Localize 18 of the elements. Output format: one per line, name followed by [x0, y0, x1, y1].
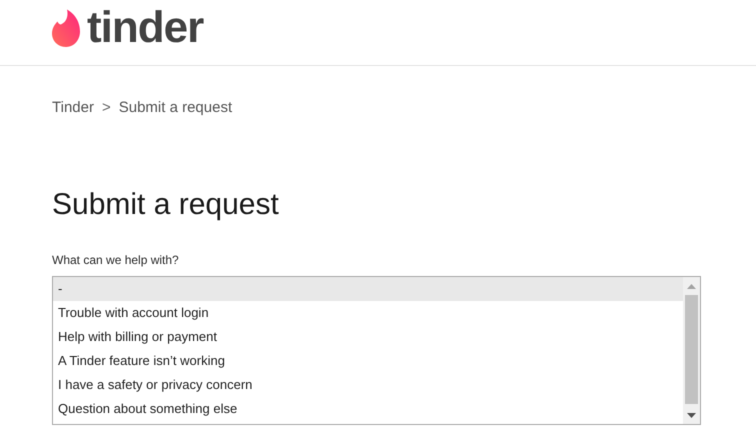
list-option[interactable]: Question about something else	[53, 397, 683, 421]
flame-icon	[52, 8, 80, 46]
scrollbar[interactable]	[683, 277, 700, 424]
page-title: Submit a request	[52, 187, 280, 223]
request-type-listbox[interactable]: - Trouble with account login Help with billing or payment A Tinder feature isn’t working I have a safety or privacy concern Question about something else	[52, 276, 701, 425]
breadcrumb-link[interactable]: Submit a request	[118, 98, 232, 116]
scroll-up-icon[interactable]	[687, 284, 696, 289]
breadcrumb-link[interactable]: Tinder	[52, 98, 94, 116]
breadcrumb-separator: >	[102, 98, 111, 116]
scrollbar-thumb[interactable]	[685, 295, 698, 404]
list-option[interactable]: -	[53, 277, 683, 301]
list-option[interactable]: Trouble with account login	[53, 301, 683, 325]
list-option[interactable]: I have a safety or privacy concern	[53, 373, 683, 397]
scroll-down-icon[interactable]	[687, 413, 696, 418]
list-option[interactable]: A Tinder feature isn’t working	[53, 349, 683, 373]
list-option[interactable]: Help with billing or payment	[53, 325, 683, 349]
field-label: What can we help with?	[52, 253, 180, 268]
logo-wordmark[interactable]: tinder	[87, 4, 204, 52]
